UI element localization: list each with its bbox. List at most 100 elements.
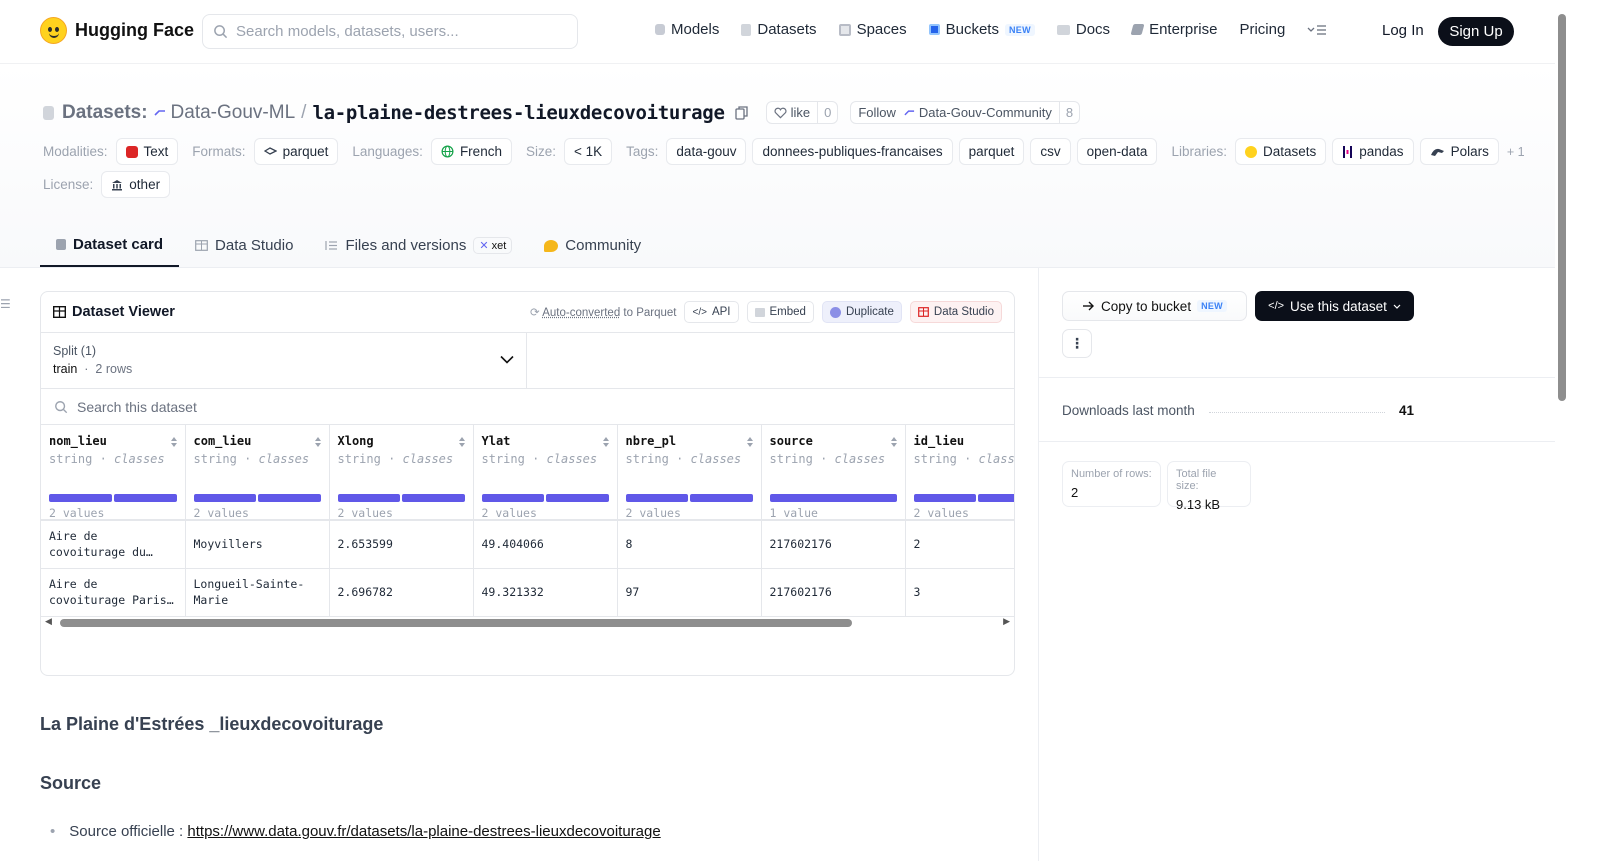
value-histogram[interactable] [49,494,177,502]
table-cell[interactable]: 49.404066 [473,520,618,569]
login-link[interactable]: Log In [1382,22,1424,39]
vertical-scrollbar[interactable] [1555,0,1568,861]
dataset-search-input[interactable]: Search this dataset [41,389,1014,425]
copy-to-bucket-button[interactable]: Copy to bucket NEW [1062,291,1247,321]
table-cell[interactable]: 97 [617,568,762,617]
table-cell[interactable]: Aire de covoiturage du… [41,520,186,569]
horizontal-scroll-thumb[interactable] [60,619,852,627]
sort-icon[interactable] [746,436,754,448]
like-button[interactable]: like 0 [765,101,839,124]
copy-icon[interactable] [734,105,748,120]
nav-more-menu[interactable] [1307,24,1327,36]
use-this-dataset-button[interactable]: </> Use this dataset [1255,291,1414,321]
split-dropdown[interactable]: Split (1) train · 2 rows [41,333,527,388]
sort-icon[interactable] [458,436,466,448]
histogram-bar[interactable] [49,494,112,502]
column-header[interactable]: nbre_pl string · classes 2 values [617,425,762,521]
histogram-bar[interactable] [402,494,465,502]
api-button[interactable]: </> API [684,301,739,323]
histogram-bar[interactable] [978,494,1014,502]
tag-donnees-publiques[interactable]: donnees-publiques-francaises [752,138,953,165]
histogram-bar[interactable] [193,494,256,502]
table-cell[interactable]: 2.696782 [329,568,474,617]
nav-pricing[interactable]: Pricing [1239,21,1285,38]
size-tag[interactable]: < 1K [563,138,613,165]
table-cell[interactable]: Aire de covoiturage Paris… [41,568,186,617]
value-histogram[interactable] [481,494,609,502]
histogram-bar[interactable] [625,494,688,502]
duplicate-button[interactable]: Duplicate [821,301,902,323]
nav-buckets[interactable]: Buckets NEW [928,21,1035,38]
table-row[interactable]: Aire de covoiturage du… Moyvillers 2.65359… [41,520,1014,569]
table-cell[interactable]: 217602176 [761,520,906,569]
sidebar-toggle-icon[interactable]: ☰ [0,297,11,311]
nav-models[interactable]: Models [655,21,719,38]
column-header[interactable]: id_lieustring · classes 2 values [905,425,1014,521]
table-cell[interactable]: Longueil-Sainte-Marie [185,568,330,617]
table-cell[interactable]: 8 [617,520,762,569]
value-histogram[interactable] [769,494,897,502]
table-cell[interactable]: Moyvillers [185,520,330,569]
more-options-button[interactable]: ⋮ [1062,329,1092,358]
histogram-bar[interactable] [546,494,609,502]
histogram-bar[interactable] [113,494,177,502]
histogram-bar[interactable] [913,494,976,502]
tab-files-and-versions[interactable]: Files and versions ✕ xet [309,224,528,267]
tab-dataset-card[interactable]: Dataset card [40,224,180,267]
language-tag[interactable]: French [430,138,512,165]
table-row[interactable]: Aire de covoiturage Paris… Longueil-Saint… [41,568,1014,617]
column-header[interactable]: Xlong string · classes 2 values [329,425,474,521]
column-header[interactable]: nom_lieu string · classes 2 values [41,425,186,521]
home-logo[interactable]: Hugging Face [40,17,194,44]
sort-icon[interactable] [890,436,898,448]
tag-csv[interactable]: csv [1030,138,1071,165]
license-tag[interactable]: other [101,171,171,198]
table-cell[interactable]: 49.321332 [473,568,618,617]
embed-button[interactable]: Embed [746,301,814,323]
histogram-bar[interactable] [481,494,544,502]
horizontal-scrollbar[interactable]: ◀ ▶ [45,616,1010,629]
source-link[interactable]: https://www.data.gouv.fr/datasets/la-pla… [187,823,660,840]
vertical-scroll-thumb[interactable] [1558,14,1566,401]
table-cell[interactable]: 2.653599 [329,520,474,569]
scroll-right-icon[interactable]: ▶ [1003,616,1010,627]
sort-icon[interactable] [314,436,322,448]
histogram-bar[interactable] [769,494,897,502]
auto-converted-link[interactable]: Auto-converted [542,307,620,319]
histogram-bar[interactable] [690,494,753,502]
datasets-breadcrumb[interactable]: Datasets: [43,102,148,124]
table-cell[interactable]: 3 [905,568,1014,617]
library-datasets[interactable]: Datasets [1234,138,1327,165]
table-cell[interactable]: 217602176 [761,568,906,617]
table-cell[interactable]: 2 [905,520,1014,569]
format-tag[interactable]: parquet [253,138,339,165]
library-pandas[interactable]: pandas [1332,138,1414,165]
tag-open-data[interactable]: open-data [1076,138,1158,165]
tag-parquet[interactable]: parquet [958,138,1025,165]
tab-community[interactable]: Community [528,224,657,267]
modality-tag[interactable]: Text [115,138,179,165]
column-header[interactable]: Ylat string · classes 2 values [473,425,618,521]
sort-icon[interactable] [602,436,610,448]
histogram-bar[interactable] [258,494,321,502]
nav-docs[interactable]: Docs [1056,21,1110,38]
library-polars[interactable]: Polars [1419,138,1499,165]
histogram-bar[interactable] [337,494,400,502]
tab-data-studio[interactable]: Data Studio [179,224,309,267]
value-histogram[interactable] [913,494,1014,502]
follow-button[interactable]: Follow Data-Gouv-Community 8 [850,101,1081,124]
value-histogram[interactable] [193,494,321,502]
global-search-input[interactable]: Search models, datasets, users... [202,14,578,49]
data-studio-button[interactable]: Data Studio [909,301,1002,323]
value-histogram[interactable] [337,494,465,502]
column-header[interactable]: source string · classes 1 value [761,425,906,521]
scroll-left-icon[interactable]: ◀ [45,616,52,627]
column-header[interactable]: com_lieu string · classes 2 values [185,425,330,521]
nav-enterprise[interactable]: Enterprise [1130,21,1217,38]
libraries-more[interactable]: + 1 [1507,145,1525,159]
signup-button[interactable]: Sign Up [1438,17,1514,46]
nav-datasets[interactable]: Datasets [741,21,817,38]
sort-icon[interactable] [170,436,178,448]
tag-data-gouv[interactable]: data-gouv [666,138,747,165]
org-link[interactable]: Data-Gouv-ML [153,102,295,124]
